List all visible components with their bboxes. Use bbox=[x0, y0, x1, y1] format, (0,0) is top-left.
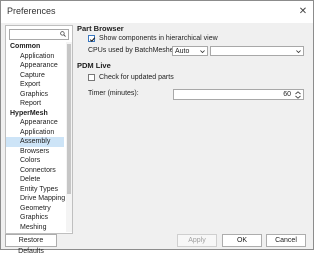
tree-item-hm-drive-mapping[interactable]: Drive Mapping bbox=[6, 194, 65, 204]
tree-item-common-export[interactable]: Export bbox=[6, 80, 64, 90]
cpus-secondary-select[interactable] bbox=[210, 46, 304, 56]
tree-group-hypermesh[interactable]: HyperMesh bbox=[6, 109, 64, 119]
pdm-live-title: PDM Live bbox=[77, 61, 111, 70]
ok-button[interactable]: OK bbox=[222, 234, 262, 247]
apply-button[interactable]: Apply bbox=[177, 234, 217, 247]
search-icon bbox=[60, 31, 66, 37]
tree-scrollbar[interactable] bbox=[66, 42, 72, 232]
search-input[interactable] bbox=[9, 29, 69, 40]
tree-item-hm-geometry[interactable]: Geometry bbox=[6, 204, 64, 214]
tree-item-hm-appearance[interactable]: Appearance bbox=[6, 118, 64, 128]
tree-item-common-application[interactable]: Application bbox=[6, 52, 64, 62]
tree-item-common-appearance[interactable]: Appearance bbox=[6, 61, 64, 71]
cpus-select-value: Auto bbox=[175, 48, 190, 55]
cpus-select[interactable]: Auto bbox=[172, 46, 208, 56]
cancel-button[interactable]: Cancel bbox=[266, 234, 306, 247]
close-button[interactable]: ✕ bbox=[295, 4, 311, 20]
show-hierarchical-label: Show components in hierarchical view bbox=[99, 35, 218, 42]
title-bar: Preferences ✕ bbox=[1, 1, 313, 23]
part-browser-title: Part Browser bbox=[77, 24, 124, 33]
spinner-icon[interactable] bbox=[294, 91, 302, 99]
tree-item-hm-application[interactable]: Application bbox=[6, 128, 64, 138]
category-panel: Common Application Appearance Capture Ex… bbox=[5, 25, 73, 234]
tree-item-hm-graphics[interactable]: Graphics bbox=[6, 213, 64, 223]
restore-defaults-button[interactable]: Restore Defaults bbox=[5, 234, 57, 255]
scrollbar-thumb[interactable] bbox=[67, 44, 71, 194]
cpus-label: CPUs used by BatchMesher: bbox=[88, 47, 178, 54]
timer-label: Timer (minutes): bbox=[88, 90, 139, 97]
timer-input[interactable]: 60 bbox=[173, 89, 304, 100]
tree-item-hm-meshing[interactable]: Meshing bbox=[6, 223, 64, 233]
tree-group-common[interactable]: Common bbox=[6, 42, 64, 52]
show-hierarchical-checkbox[interactable] bbox=[88, 35, 96, 42]
chevron-down-icon bbox=[296, 50, 301, 54]
tree-item-hm-assembly[interactable]: Assembly bbox=[6, 137, 64, 147]
tree-item-hm-entity-types[interactable]: Entity Types bbox=[6, 185, 64, 195]
check-updates-label: Check for updated parts bbox=[99, 74, 174, 81]
category-tree: Common Application Appearance Capture Ex… bbox=[6, 42, 65, 233]
tree-item-hm-colors[interactable]: Colors bbox=[6, 156, 64, 166]
tree-item-hm-browsers[interactable]: Browsers bbox=[6, 147, 64, 157]
tree-item-common-graphics[interactable]: Graphics bbox=[6, 90, 64, 100]
timer-value: 60 bbox=[283, 91, 291, 98]
tree-item-common-report[interactable]: Report bbox=[6, 99, 64, 109]
window-title: Preferences bbox=[7, 6, 56, 16]
preferences-dialog: Preferences ✕ Common Application Appeara… bbox=[0, 0, 314, 255]
checkmark-icon bbox=[89, 37, 96, 42]
tree-item-hm-delete[interactable]: Delete bbox=[6, 175, 64, 185]
tree-item-common-capture[interactable]: Capture bbox=[6, 71, 64, 81]
chevron-down-icon bbox=[200, 50, 205, 54]
check-updates-checkbox[interactable] bbox=[88, 74, 95, 81]
tree-item-hm-connectors[interactable]: Connectors bbox=[6, 166, 64, 176]
